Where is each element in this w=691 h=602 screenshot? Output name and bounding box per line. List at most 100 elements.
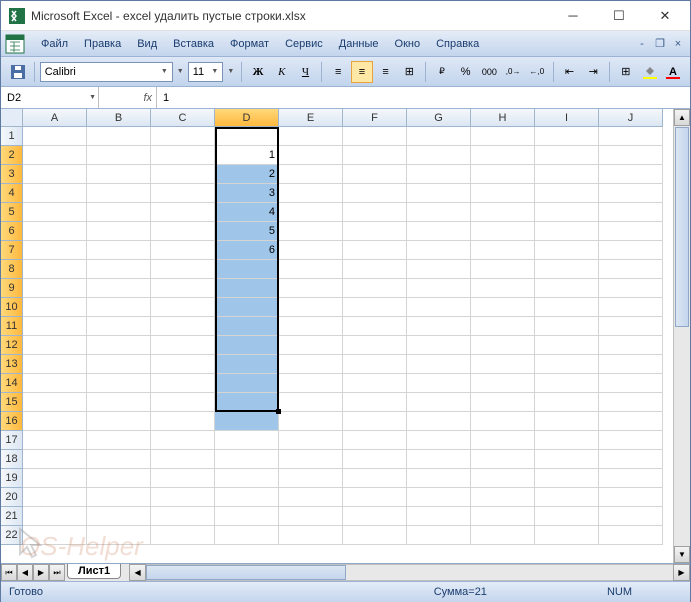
cell-F2[interactable]	[343, 146, 407, 165]
font-name-select[interactable]: Calibri▼	[40, 62, 173, 82]
cell-A9[interactable]	[23, 279, 87, 298]
cell-A5[interactable]	[23, 203, 87, 222]
cell-G13[interactable]	[407, 355, 471, 374]
cell-A12[interactable]	[23, 336, 87, 355]
cell-B17[interactable]	[87, 431, 151, 450]
cell-G12[interactable]	[407, 336, 471, 355]
cell-G7[interactable]	[407, 241, 471, 260]
cell-J16[interactable]	[599, 412, 663, 431]
menu-file[interactable]: Файл	[33, 36, 76, 52]
formula-input[interactable]: 1	[157, 87, 690, 108]
cell-D18[interactable]	[215, 450, 279, 469]
cell-C22[interactable]	[151, 526, 215, 545]
cell-I19[interactable]	[535, 469, 599, 488]
menu-data[interactable]: Данные	[331, 36, 387, 52]
maximize-button[interactable]: ☐	[596, 1, 642, 30]
cell-D14[interactable]	[215, 374, 279, 393]
cell-D21[interactable]	[215, 507, 279, 526]
cell-I9[interactable]	[535, 279, 599, 298]
column-header-G[interactable]: G	[407, 109, 471, 127]
cell-J4[interactable]	[599, 184, 663, 203]
cell-A7[interactable]	[23, 241, 87, 260]
cell-J21[interactable]	[599, 507, 663, 526]
cell-H3[interactable]	[471, 165, 535, 184]
cell-F16[interactable]	[343, 412, 407, 431]
cell-H15[interactable]	[471, 393, 535, 412]
cell-G15[interactable]	[407, 393, 471, 412]
cell-A18[interactable]	[23, 450, 87, 469]
cell-H22[interactable]	[471, 526, 535, 545]
cell-B12[interactable]	[87, 336, 151, 355]
cell-D19[interactable]	[215, 469, 279, 488]
cell-E10[interactable]	[279, 298, 343, 317]
borders-button[interactable]: ⊞	[615, 61, 637, 83]
cell-A13[interactable]	[23, 355, 87, 374]
cell-C21[interactable]	[151, 507, 215, 526]
menu-help[interactable]: Справка	[428, 36, 487, 52]
cell-J2[interactable]	[599, 146, 663, 165]
cell-F18[interactable]	[343, 450, 407, 469]
increase-decimal-button[interactable]: ,0→	[502, 61, 524, 83]
tab-first-button[interactable]: ⏮	[1, 564, 17, 581]
cell-C6[interactable]	[151, 222, 215, 241]
cell-E15[interactable]	[279, 393, 343, 412]
cell-B4[interactable]	[87, 184, 151, 203]
row-header-4[interactable]: 4	[1, 184, 23, 203]
cell-J10[interactable]	[599, 298, 663, 317]
cell-E18[interactable]	[279, 450, 343, 469]
cell-G22[interactable]	[407, 526, 471, 545]
cell-C12[interactable]	[151, 336, 215, 355]
cell-A3[interactable]	[23, 165, 87, 184]
cell-I13[interactable]	[535, 355, 599, 374]
cell-E4[interactable]	[279, 184, 343, 203]
cell-B2[interactable]	[87, 146, 151, 165]
cell-C10[interactable]	[151, 298, 215, 317]
cell-D3[interactable]: 2	[215, 165, 279, 184]
cell-B10[interactable]	[87, 298, 151, 317]
cell-B19[interactable]	[87, 469, 151, 488]
currency-button[interactable]: ₽	[431, 61, 453, 83]
cell-A15[interactable]	[23, 393, 87, 412]
menu-edit[interactable]: Правка	[76, 36, 129, 52]
cell-J15[interactable]	[599, 393, 663, 412]
cell-I10[interactable]	[535, 298, 599, 317]
cell-A14[interactable]	[23, 374, 87, 393]
row-header-3[interactable]: 3	[1, 165, 23, 184]
column-header-J[interactable]: J	[599, 109, 663, 127]
cell-I15[interactable]	[535, 393, 599, 412]
cell-H11[interactable]	[471, 317, 535, 336]
cell-C19[interactable]	[151, 469, 215, 488]
cell-A1[interactable]	[23, 127, 87, 146]
cell-C1[interactable]	[151, 127, 215, 146]
column-header-E[interactable]: E	[279, 109, 343, 127]
cell-E7[interactable]	[279, 241, 343, 260]
cell-C13[interactable]	[151, 355, 215, 374]
cell-B18[interactable]	[87, 450, 151, 469]
row-header-17[interactable]: 17	[1, 431, 23, 450]
cell-I22[interactable]	[535, 526, 599, 545]
cell-I5[interactable]	[535, 203, 599, 222]
save-button[interactable]	[7, 61, 29, 83]
cell-I4[interactable]	[535, 184, 599, 203]
cell-G21[interactable]	[407, 507, 471, 526]
cell-F9[interactable]	[343, 279, 407, 298]
hscroll-thumb[interactable]	[146, 565, 346, 580]
cell-D7[interactable]: 6	[215, 241, 279, 260]
column-header-C[interactable]: C	[151, 109, 215, 127]
cell-H4[interactable]	[471, 184, 535, 203]
row-header-7[interactable]: 7	[1, 241, 23, 260]
row-header-8[interactable]: 8	[1, 260, 23, 279]
cell-C8[interactable]	[151, 260, 215, 279]
cell-E2[interactable]	[279, 146, 343, 165]
cell-E8[interactable]	[279, 260, 343, 279]
cell-C20[interactable]	[151, 488, 215, 507]
cell-J22[interactable]	[599, 526, 663, 545]
cell-D5[interactable]: 4	[215, 203, 279, 222]
cell-B9[interactable]	[87, 279, 151, 298]
cell-C2[interactable]	[151, 146, 215, 165]
cell-E3[interactable]	[279, 165, 343, 184]
cell-A8[interactable]	[23, 260, 87, 279]
cell-G10[interactable]	[407, 298, 471, 317]
decrease-decimal-button[interactable]: ←,0	[526, 61, 548, 83]
cell-H2[interactable]	[471, 146, 535, 165]
